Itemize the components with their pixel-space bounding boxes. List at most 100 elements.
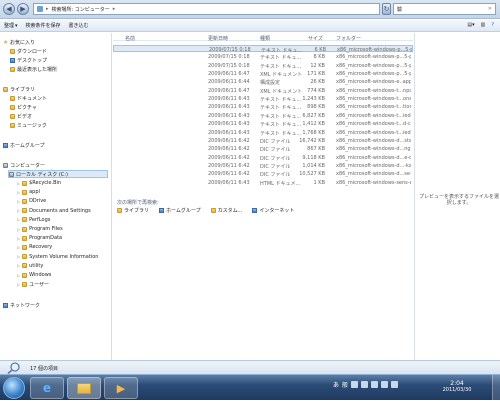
- search-again-libraries[interactable]: ライブラリ: [117, 207, 149, 214]
- ime-mode[interactable]: あ: [333, 380, 339, 389]
- table-row[interactable]: simgr.ini2009/06/11 6:44構成設定26 KBx86_mic…: [113, 78, 413, 86]
- table-row[interactable]: Alphabet.xml2009/06/11 6:47XML ドキュメント774…: [113, 87, 413, 95]
- file-folder: x86_microsoft-windows-t...onal-ch...: [336, 96, 411, 103]
- expand-arrow-icon[interactable]: ▷: [17, 190, 20, 195]
- sidebar-homegroup[interactable]: ホームグループ: [3, 142, 45, 149]
- clear-search-icon[interactable]: ✕: [488, 6, 492, 12]
- table-row[interactable]: IMOPJT.DIC2009/06/11 6:42DIC ファイル16,742 …: [113, 137, 413, 145]
- volume-icon[interactable]: [391, 381, 399, 388]
- start-button[interactable]: [3, 377, 25, 399]
- sidebar-item-drive-c[interactable]: ローカル ディスク (C:): [8, 170, 108, 178]
- sidebar-item-label: ユーザー: [29, 282, 49, 289]
- table-row[interactable]: TableTextServiceSimplifiedShuang...2009/…: [113, 120, 413, 128]
- column-type[interactable]: 種類: [260, 35, 270, 42]
- clock[interactable]: 2:04 2011/03/30: [437, 380, 477, 394]
- expand-arrow-icon[interactable]: ▷: [17, 282, 20, 287]
- table-row[interactable]: TableTextServiceSimplifiedQuanPin...2009…: [113, 112, 413, 120]
- file-list: 名前 更新日時 種類 サイズ フォルダー about_eventlogs.hel…: [113, 33, 413, 360]
- file-folder: x86_microsoft-windows-t...ied-chine...: [336, 129, 411, 136]
- breadcrumb-search-location[interactable]: 検索場所: コンピューター: [52, 6, 110, 13]
- organize-button[interactable]: 整理 ▾: [4, 22, 18, 30]
- file-date: 2009/07/15 0:18: [208, 54, 250, 61]
- flag-icon[interactable]: [371, 381, 379, 388]
- table-row[interactable]: TableTextServiceArray.txt2009/06/11 6:43…: [113, 95, 413, 103]
- help-icon[interactable]: [361, 381, 369, 388]
- search-again-custom[interactable]: カスタム...: [210, 207, 242, 214]
- expand-arrow-icon[interactable]: ▷: [17, 245, 20, 250]
- sidebar-item-folder[interactable]: ▷ appl: [17, 189, 40, 195]
- file-type: DIC ファイル: [260, 172, 291, 179]
- sidebar-libraries[interactable]: ライブラリ: [3, 86, 35, 93]
- sidebar-item-folder[interactable]: ▷ PerfLogs: [17, 217, 50, 223]
- expand-arrow-icon[interactable]: ▷: [17, 236, 20, 241]
- expand-arrow-icon[interactable]: ▷: [17, 208, 20, 213]
- sidebar-item-recent[interactable]: 最近表示した場所: [10, 66, 57, 73]
- sidebar-item-folder[interactable]: ▷ Windows: [17, 272, 51, 278]
- column-name[interactable]: 名前: [125, 35, 135, 42]
- sidebar-favorites[interactable]: ★ お気に入り: [3, 39, 35, 47]
- back-button[interactable]: ◀: [3, 3, 15, 15]
- file-folder: x86_microsoft-windows-t...nputpe...: [336, 87, 411, 94]
- show-desktop-button[interactable]: [492, 375, 500, 401]
- network-icon[interactable]: [381, 381, 389, 388]
- sidebar-item-documents[interactable]: ドキュメント: [10, 95, 47, 102]
- expand-arrow-icon[interactable]: ▷: [17, 217, 20, 222]
- sidebar-item-folder[interactable]: ▷ Documents and Settings: [17, 208, 91, 214]
- view-options-icon[interactable]: ▤▾: [467, 22, 474, 28]
- sidebar-item-folder[interactable]: ▷ DDrive: [17, 198, 46, 204]
- expand-arrow-icon[interactable]: ▷: [17, 263, 20, 268]
- expand-arrow-icon[interactable]: ▷: [17, 273, 20, 278]
- ime-pad-icon[interactable]: [351, 381, 359, 388]
- table-row[interactable]: about_eventlogs.help.txt2009/07/15 0:18テ…: [113, 45, 413, 54]
- search-folder-icon: [37, 6, 43, 12]
- refresh-button[interactable]: ↻: [382, 3, 391, 15]
- table-row[interactable]: IMOPLN.DIC2009/06/11 6:42DIC ファイル1,014 K…: [113, 162, 413, 170]
- table-row[interactable]: TableTextServiceSimplifiedZhengM...2009/…: [113, 129, 413, 137]
- search-input[interactable]: 驗 ✕: [393, 3, 496, 15]
- table-row[interactable]: Microsoft.PowerShell.Security.dll-Help..…: [113, 70, 413, 78]
- expand-arrow-icon[interactable]: ▷: [17, 227, 20, 232]
- sidebar-item-folder[interactable]: ▷ ユーザー: [17, 281, 49, 288]
- taskbar-ie-icon[interactable]: e: [30, 377, 64, 399]
- sidebar-item-folder[interactable]: ▷ Program Files: [17, 226, 63, 232]
- sidebar-item-folder[interactable]: ▷ utility: [17, 263, 43, 269]
- expand-arrow-icon[interactable]: ▷: [17, 199, 20, 204]
- address-bar[interactable]: ▸ 検索場所: コンピューター ▸: [33, 3, 380, 15]
- sidebar-item-folder[interactable]: ▷ $Recycle.Bin: [17, 180, 61, 186]
- sidebar-item-videos[interactable]: ビデオ: [10, 113, 32, 120]
- table-row[interactable]: TableTextServiceDaYi.txt2009/06/11 6:43テ…: [113, 103, 413, 111]
- save-search-button[interactable]: 検索条件を保存: [26, 22, 61, 29]
- table-row[interactable]: IMOPZR.DIC2009/06/11 6:42DIC ファイル9,118 K…: [113, 154, 413, 162]
- file-size: 171 KB: [307, 71, 325, 78]
- sidebar-item-downloads[interactable]: ダウンロード: [10, 48, 47, 55]
- help-icon[interactable]: ?: [491, 22, 494, 28]
- table-row[interactable]: ClickMe.htm2009/06/11 6:43HTML ドキュメ...1 …: [113, 179, 413, 187]
- preview-pane-icon[interactable]: ▥: [481, 22, 486, 28]
- sidebar-item-folder[interactable]: ▷ ProgramData: [17, 235, 62, 241]
- taskbar-explorer-icon[interactable]: [67, 377, 101, 399]
- burn-button[interactable]: 書き込む: [69, 22, 89, 29]
- sidebar-item-desktop[interactable]: デスクトップ: [10, 57, 47, 64]
- ime-kana[interactable]: 般: [342, 380, 348, 389]
- sidebar-item-label: Program Files: [29, 226, 63, 232]
- sidebar-computer[interactable]: コンピューター: [3, 162, 45, 169]
- sidebar-item-pictures[interactable]: ピクチャ: [10, 104, 37, 111]
- column-folder[interactable]: フォルダー: [336, 35, 361, 42]
- table-row[interactable]: imjptk.dic2009/06/11 6:42DIC ファイル867 KBx…: [113, 145, 413, 153]
- table-row[interactable]: about_WMI_Cmdlets.help.txt2009/07/15 0:1…: [113, 62, 413, 70]
- search-again-internet[interactable]: インターネット: [252, 207, 294, 214]
- table-row[interactable]: IMOPMM.DIC2009/06/11 6:42DIC ファイル10,527 …: [113, 170, 413, 179]
- expand-arrow-icon[interactable]: ▷: [17, 181, 20, 186]
- column-date[interactable]: 更新日時: [208, 35, 228, 42]
- sidebar-item-folder[interactable]: ▷ Recovery: [17, 244, 52, 250]
- sidebar-item-folder[interactable]: ▷ System Volume Information: [17, 254, 98, 260]
- column-size[interactable]: サイズ: [308, 35, 323, 42]
- forward-button[interactable]: ▶: [17, 3, 29, 15]
- search-again-homegroup[interactable]: ホームグループ: [159, 207, 201, 214]
- expand-arrow-icon[interactable]: ▷: [17, 254, 20, 259]
- taskbar-media-player-icon[interactable]: ▶: [104, 377, 138, 399]
- sidebar-item-music[interactable]: ミュージック: [10, 122, 47, 129]
- table-row[interactable]: about_Signing.help.txt2009/07/15 0:18テキス…: [113, 53, 413, 61]
- file-size: 26 KB: [310, 79, 325, 86]
- sidebar-network[interactable]: ネットワーク: [3, 302, 40, 309]
